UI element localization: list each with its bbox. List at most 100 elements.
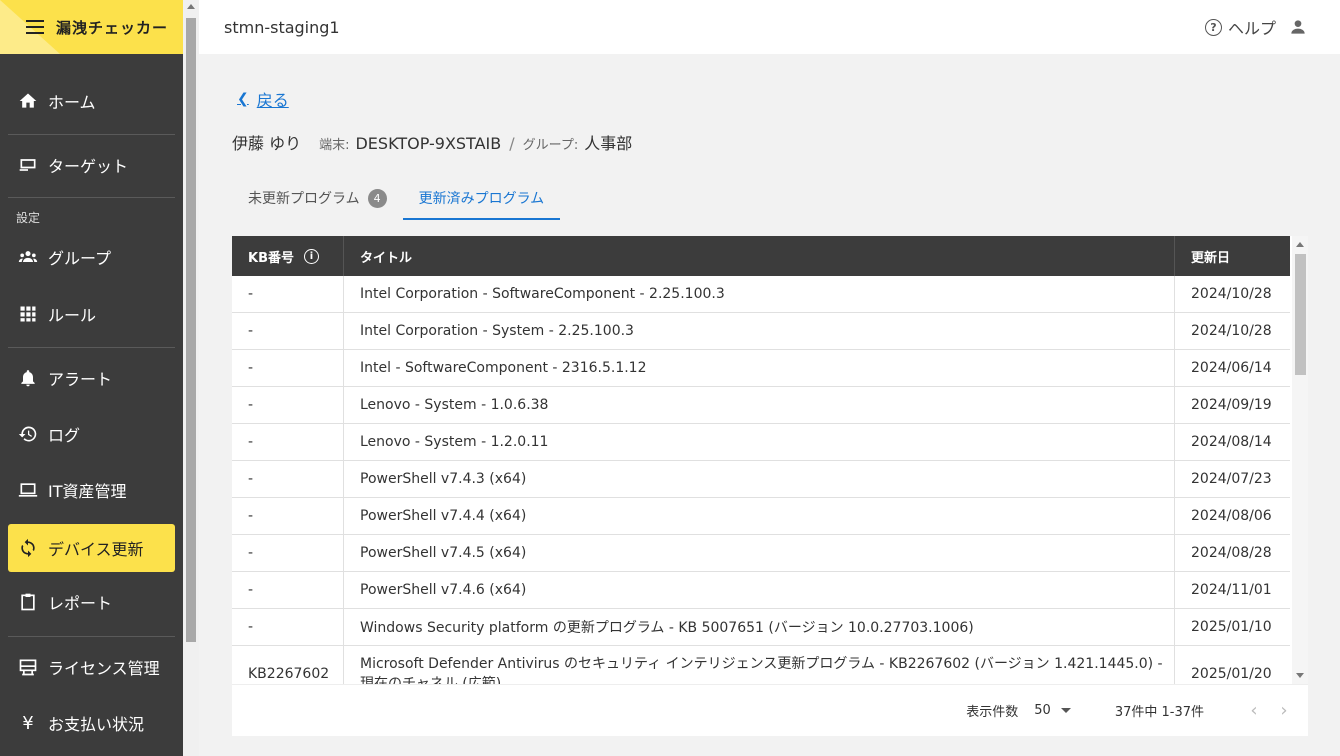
sidebar-item-label: ログ [48,426,81,445]
help-label: ヘルプ [1227,19,1276,38]
table-row: - Lenovo - System - 1.0.6.38 2024/09/19 [232,387,1290,424]
cell-kb: - [232,572,344,608]
tab-pending-updates[interactable]: 未更新プログラム 4 [232,176,403,220]
table-row: - Intel - SoftwareComponent - 2316.5.1.12… [232,350,1290,387]
cell-date: 2024/08/14 [1191,434,1272,450]
sidebar-item-label: IT資産管理 [48,482,127,501]
table-header: KB番号 i タイトル 更新日 [232,236,1290,276]
sidebar-item-report[interactable]: レポート [8,578,175,626]
cell-title: PowerShell v7.4.4 (x64) [344,498,1175,534]
sidebar-item-home[interactable]: ホーム [8,77,175,125]
sidebar-item-it-assets[interactable]: IT資産管理 [8,466,175,514]
user-icon[interactable] [1288,17,1308,37]
cell-title: PowerShell v7.4.6 (x64) [344,572,1175,608]
user-name: 伊藤 ゆり [232,134,302,153]
cell-date: 2024/11/01 [1191,582,1272,598]
bell-icon [17,367,39,389]
cell-kb: - [232,461,344,497]
sidebar-scrollbar[interactable] [183,0,199,756]
terminal-name: DESKTOP-9XSTAIB [355,134,502,153]
tab-label: 未更新プログラム [248,191,360,207]
back-link[interactable]: ❮ 戻る [237,87,289,111]
sidebar-item-label: グループ [48,249,112,268]
hamburger-menu-icon[interactable] [26,20,44,34]
scroll-up-arrow-icon[interactable] [1296,242,1304,247]
scroll-down-arrow-icon[interactable] [1296,673,1304,678]
header-title: タイトル [344,236,1175,276]
sidebar-item-alert[interactable]: アラート [8,354,175,402]
scroll-up-arrow-icon[interactable] [187,4,195,9]
cell-title: Lenovo - System - 1.0.6.38 [344,387,1175,423]
cell-title: PowerShell v7.4.3 (x64) [344,461,1175,497]
group-name: 人事部 [584,134,633,153]
pagination-bar: 表示件数 50 37件中 1-37件 ‹ › [232,684,1308,736]
help-button[interactable]: ? ヘルプ [1204,15,1276,39]
caret-down-icon [1060,708,1071,713]
sidebar-item-label: レポート [48,594,113,613]
cell-title: Windows Security platform の更新プログラム - KB … [344,609,1175,645]
cell-date: 2024/10/28 [1191,323,1272,339]
cell-title: Lenovo - System - 1.2.0.11 [344,424,1175,460]
sidebar-item-target[interactable]: ターゲット [8,141,175,189]
app-title: 漏洩チェッカー [56,18,169,37]
table-row: - Intel Corporation - System - 2.25.100.3… [232,313,1290,350]
next-page-button[interactable]: › [1274,700,1294,721]
sidebar-item-log[interactable]: ログ [8,410,175,458]
cell-kb: KB2267602 [232,646,344,684]
cell-kb: - [232,535,344,571]
terminal-label: 端末: [319,138,350,153]
sidebar-item-label: お支払い状況 [48,715,145,734]
tab-bar: 未更新プログラム 4 更新済みプログラム [232,176,560,220]
sidebar-item-label: デバイス更新 [48,540,144,559]
cell-date: 2024/08/06 [1191,508,1272,524]
cell-date: 2024/06/14 [1191,360,1272,376]
history-icon [17,423,39,445]
table-row: - PowerShell v7.4.5 (x64) 2024/08/28 [232,535,1290,572]
table-row: - PowerShell v7.4.4 (x64) 2024/08/06 [232,498,1290,535]
info-icon[interactable]: i [303,248,319,264]
scrollbar-thumb[interactable] [186,18,196,642]
sidebar: 漏洩チェッカー ホーム ターゲット 設定 グループ ルール アラート ログ IT… [0,0,183,756]
cell-title: Intel - SoftwareComponent - 2316.5.1.12 [344,350,1175,386]
table-scrollbar[interactable] [1292,236,1308,684]
cell-title: Microsoft Defender Antivirus のセキュリティ インテ… [344,646,1175,684]
previous-page-button[interactable]: ‹ [1244,700,1264,721]
cell-date: 2024/08/28 [1191,545,1272,561]
sidebar-item-payment[interactable]: ¥ お支払い状況 [8,699,175,747]
cell-date: 2024/10/28 [1191,286,1272,302]
cell-kb: - [232,387,344,423]
sidebar-item-device-update[interactable]: デバイス更新 [8,524,175,572]
group-icon [17,246,39,268]
cell-kb: - [232,313,344,349]
sidebar-section-label: 設定 [16,211,41,225]
header-kb-label: KB番号 [248,250,294,266]
cell-date: 2025/01/10 [1191,619,1272,635]
header-date: 更新日 [1191,250,1231,266]
top-bar: stmn-staging1 ? ヘルプ [199,0,1340,54]
license-icon [17,656,39,678]
environment-name: stmn-staging1 [224,17,340,37]
updates-table: KB番号 i タイトル 更新日 - Intel Corporation - Sof… [232,236,1308,736]
sidebar-item-label: ターゲット [48,157,129,176]
sidebar-divider [8,197,175,198]
group-label: グループ: [522,138,579,153]
sidebar-item-group[interactable]: グループ [8,233,175,281]
sidebar-header: 漏洩チェッカー [0,0,183,54]
sidebar-item-rule[interactable]: ルール [8,290,175,338]
home-icon [17,90,39,112]
cell-date: 2024/07/23 [1191,471,1272,487]
scrollbar-thumb[interactable] [1295,254,1306,375]
cell-kb: - [232,424,344,460]
back-label: 戻る [256,91,289,110]
grid-icon [17,303,39,325]
cell-kb: - [232,350,344,386]
cell-title: Intel Corporation - System - 2.25.100.3 [344,313,1175,349]
sidebar-item-label: ルール [48,306,97,325]
cell-date: 2024/09/19 [1191,397,1272,413]
sidebar-item-license[interactable]: ライセンス管理 [8,643,175,691]
sidebar-item-label: ホーム [48,93,96,112]
tab-updated-programs[interactable]: 更新済みプログラム [402,176,561,220]
pagination-range: 37件中 1-37件 [1114,705,1204,720]
rows-per-page-select[interactable]: 50 [1034,703,1071,718]
sidebar-divider [8,636,175,637]
